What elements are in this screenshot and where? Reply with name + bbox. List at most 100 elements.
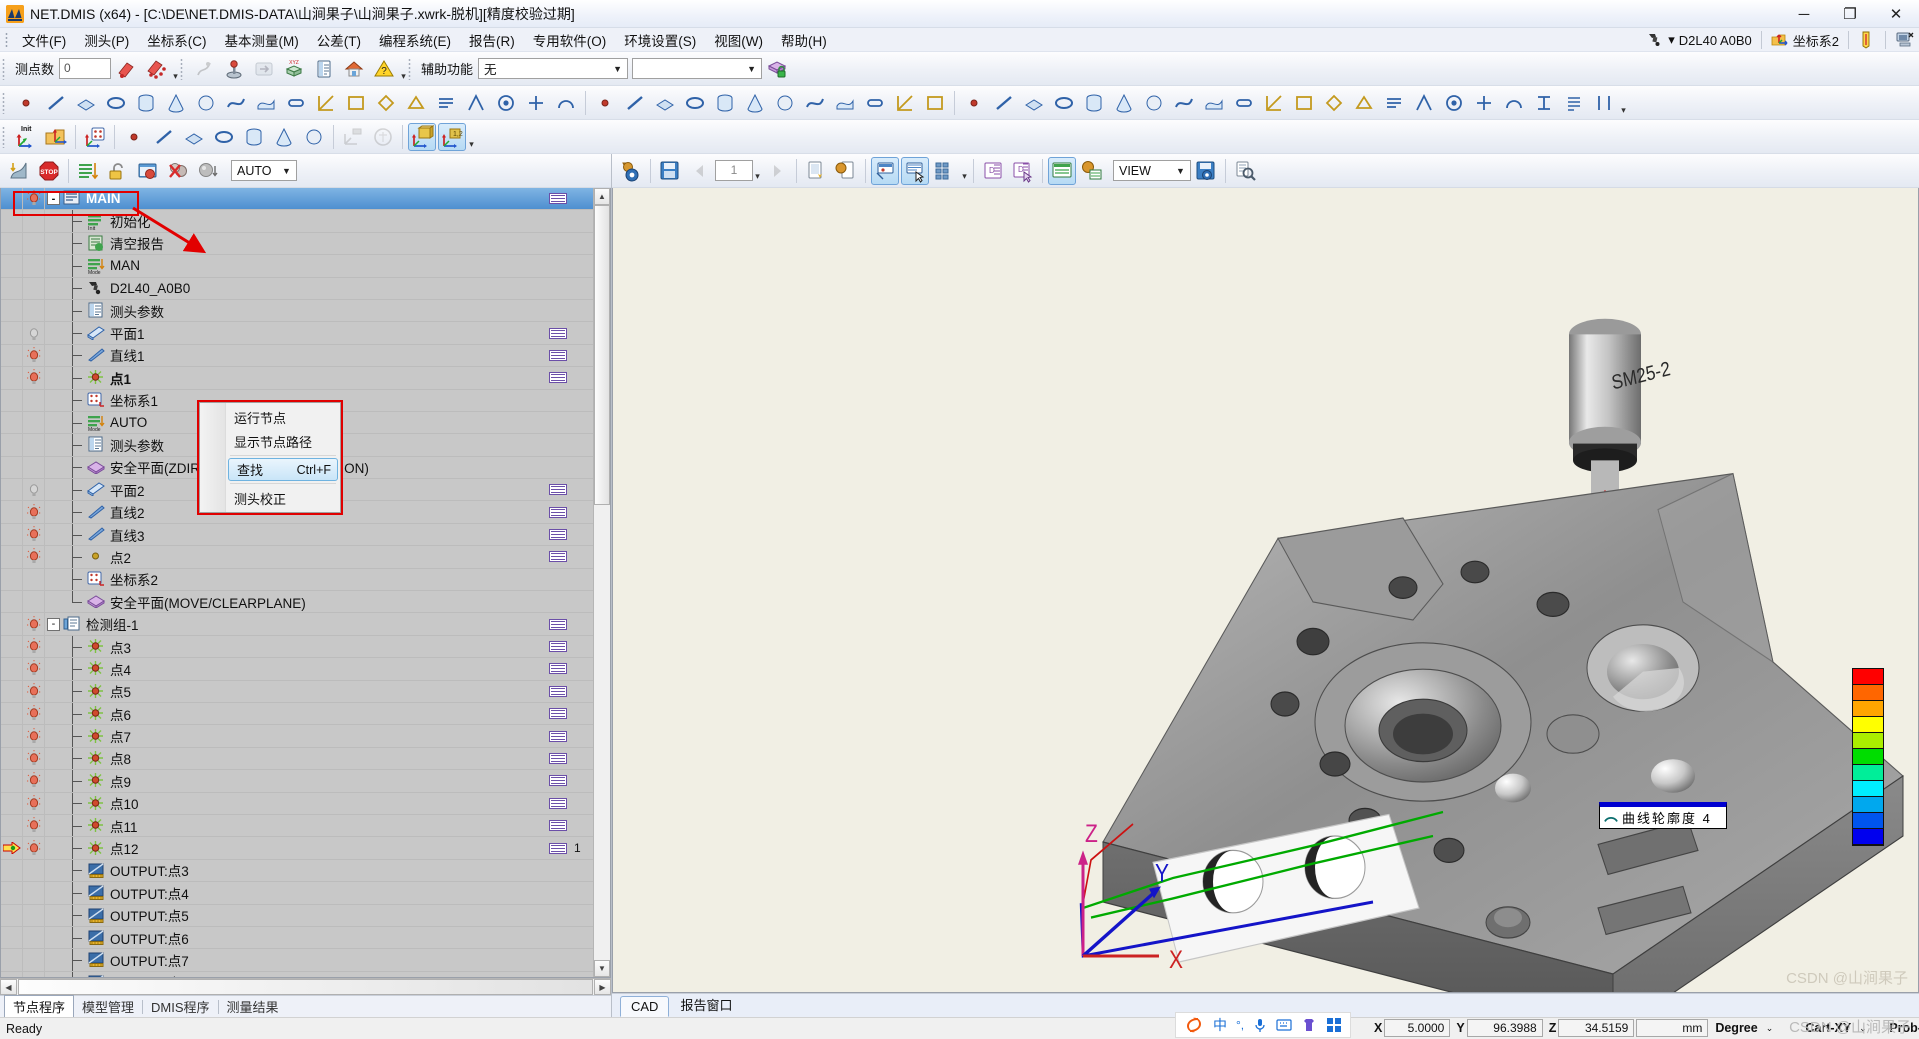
toolbar-overflow-3[interactable]: ▾ xyxy=(1619,90,1628,116)
tree-row-2[interactable]: 清空报告 xyxy=(1,232,593,256)
tree-row-body[interactable]: - 检测组-1 xyxy=(45,613,545,634)
stop-icon[interactable]: STOP xyxy=(35,157,63,185)
tree-row-body[interactable]: 点10 xyxy=(45,792,545,814)
move-tol-icon[interactable] xyxy=(621,89,649,117)
tree-row-body[interactable]: 坐标系2 xyxy=(45,568,545,591)
concentric-icon[interactable] xyxy=(1350,89,1378,117)
menu-special-software[interactable]: 专用软件(O) xyxy=(524,27,616,53)
toolbar-grip-1[interactable] xyxy=(2,57,9,80)
tree-row-visibility-bulb[interactable] xyxy=(23,523,45,546)
tree-row-27[interactable]: 点10 xyxy=(1,792,593,815)
more-icon[interactable] xyxy=(1590,89,1618,117)
menu-file[interactable]: 文件(F) xyxy=(13,27,75,53)
tree-row-visibility-bulb[interactable] xyxy=(23,277,45,299)
tree-row-1[interactable]: Init 初始化 xyxy=(1,210,593,233)
chevron-down-icon-2[interactable]: ▼ xyxy=(744,64,759,74)
goto-icon[interactable] xyxy=(250,55,278,83)
green-table-icon[interactable] xyxy=(1048,156,1076,185)
tree-row-visibility-bulb[interactable] xyxy=(23,479,45,501)
tree-row-body[interactable]: 点9 xyxy=(45,770,545,792)
symmetry-icon[interactable] xyxy=(1410,89,1438,117)
coordinate-system-icon[interactable] xyxy=(1771,31,1789,49)
tree-row-17[interactable]: 坐标系2 xyxy=(1,568,593,592)
data-table-icon[interactable]: D xyxy=(979,157,1007,185)
warning-icon[interactable]: ? xyxy=(370,55,398,83)
skin-icon[interactable] xyxy=(1301,1017,1317,1033)
ime-language-indicator[interactable]: 中 xyxy=(1213,1015,1227,1035)
data-pick-icon[interactable]: D xyxy=(1009,157,1037,185)
line-tol-icon[interactable] xyxy=(1020,89,1048,117)
tree-row-33[interactable]: OUTPUT:点6 xyxy=(1,926,593,950)
toolbar-grip-5[interactable] xyxy=(2,125,9,148)
apps-icon[interactable] xyxy=(1326,1017,1342,1033)
show-window-icon[interactable] xyxy=(134,157,162,185)
xyz-box-icon[interactable]: XYZ xyxy=(280,55,308,83)
tree-row-tolerance-tag[interactable] xyxy=(545,641,571,652)
cad-label-0[interactable]: 曲线轮廓度 4 xyxy=(1599,802,1727,830)
joystick-icon[interactable] xyxy=(220,55,248,83)
open-csys-icon[interactable] xyxy=(42,123,70,151)
surf-a-icon[interactable] xyxy=(120,123,148,151)
point-count-input[interactable]: 0 xyxy=(59,58,112,79)
tree-row-visibility-bulb[interactable] xyxy=(23,814,45,837)
tree-row-34[interactable]: OUTPUT:点7 xyxy=(1,949,593,972)
tree-row-visibility-bulb[interactable] xyxy=(23,837,45,859)
tree-expander-icon[interactable]: - xyxy=(47,617,60,631)
prev-page-icon[interactable] xyxy=(686,157,714,185)
menu-tolerance[interactable]: 公差(T) xyxy=(308,27,370,53)
flat-tol-icon[interactable] xyxy=(1080,89,1108,117)
tree-row-15[interactable]: 直线3 xyxy=(1,523,593,547)
tree-row-tolerance-tag[interactable] xyxy=(545,193,571,205)
color-map-icon[interactable] xyxy=(741,89,769,117)
tree-row-visibility-bulb[interactable] xyxy=(23,747,45,770)
parallel-icon[interactable] xyxy=(1260,89,1288,117)
toolbar-grip-3[interactable] xyxy=(408,57,416,80)
tree-row-visibility-bulb[interactable] xyxy=(23,255,45,277)
chevron-down-icon-mode[interactable]: ▼ xyxy=(279,166,294,176)
line-profile-icon[interactable] xyxy=(1200,89,1228,117)
tree-row-visibility-bulb[interactable] xyxy=(23,568,45,591)
compare-icon[interactable] xyxy=(801,89,829,117)
tree-row-16[interactable]: 点2 xyxy=(1,546,593,569)
measure-curve-icon[interactable] xyxy=(222,89,250,117)
save-report-icon[interactable] xyxy=(656,157,684,185)
csys-refresh-icon[interactable] xyxy=(339,123,367,151)
measure-plane-icon[interactable] xyxy=(72,89,100,117)
tree-row-body[interactable]: 点12 xyxy=(45,837,545,859)
safe-plane-lock-icon[interactable] xyxy=(763,55,791,83)
profile-tol-icon[interactable] xyxy=(1170,89,1198,117)
tree-row-tolerance-tag[interactable] xyxy=(545,797,571,809)
run-program-icon[interactable] xyxy=(5,157,33,185)
tree-row-tolerance-tag[interactable] xyxy=(545,775,571,787)
scroll-thumb[interactable] xyxy=(594,205,610,505)
tree-row-visibility-bulb[interactable] xyxy=(23,658,45,680)
tree-row-4[interactable]: D2L40_A0B0 xyxy=(1,277,593,300)
tree-row-visibility-bulb[interactable] xyxy=(23,725,45,747)
toolbar-overflow-4[interactable]: ▾ xyxy=(467,124,476,150)
arrow-left-icon[interactable] xyxy=(1530,89,1558,117)
surf-f-icon[interactable] xyxy=(270,123,298,151)
maximize-button[interactable]: ❐ xyxy=(1827,0,1873,28)
tree-row-body[interactable]: 清空报告 xyxy=(45,232,545,255)
tree-row-8[interactable]: 点1 xyxy=(1,367,593,390)
tree-row-visibility-bulb[interactable] xyxy=(23,322,45,344)
construct-cylinder-icon[interactable] xyxy=(432,89,460,117)
measure-circle-icon[interactable] xyxy=(102,89,130,117)
tree-row-tolerance-tag[interactable] xyxy=(545,708,571,720)
tree-row-body[interactable]: 点5 xyxy=(45,680,545,702)
dim-icon[interactable] xyxy=(861,89,889,117)
tree-row-visibility-bulb[interactable] xyxy=(23,702,45,725)
tree-row-visibility-bulb[interactable] xyxy=(23,926,45,949)
tree-row-tolerance-tag[interactable] xyxy=(545,842,571,854)
tree-row-visibility-bulb[interactable] xyxy=(23,344,45,367)
menu-coordinate-system[interactable]: 坐标系(C) xyxy=(138,27,215,53)
surf-b-icon[interactable] xyxy=(150,123,178,151)
position-icon[interactable] xyxy=(1380,89,1408,117)
auto-measure-icon[interactable] xyxy=(552,89,580,117)
table-settings-icon[interactable] xyxy=(1078,157,1106,185)
tree-row-body[interactable]: OUTPUT:点6 xyxy=(45,926,545,949)
tree-row-0[interactable]: - MAIN xyxy=(1,188,593,211)
tree-row-visibility-bulb[interactable] xyxy=(23,613,45,635)
cyl-tol-icon[interactable] xyxy=(1140,89,1168,117)
tree-row-visibility-bulb[interactable] xyxy=(23,389,45,411)
